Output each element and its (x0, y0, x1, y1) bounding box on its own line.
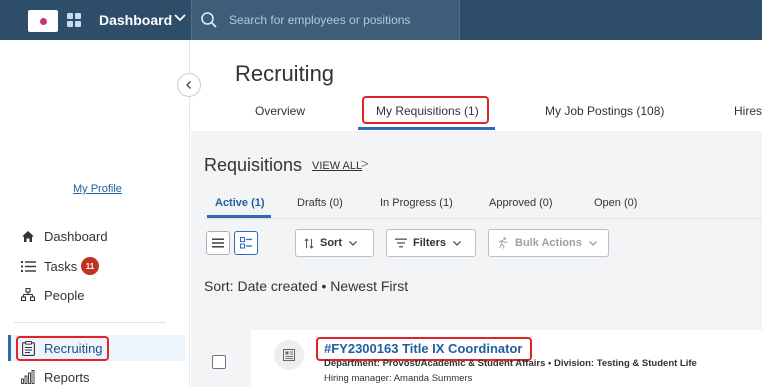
logo-mark (39, 17, 47, 25)
status-tab-active[interactable]: Active (1) (215, 197, 265, 209)
bulk-actions-label: Bulk Actions (515, 237, 582, 249)
search-input[interactable]: Search for employees or positions (229, 13, 410, 27)
sidebar-divider (14, 322, 166, 323)
app-switcher-label[interactable]: Dashboard (99, 12, 172, 28)
bar-chart-icon (20, 369, 36, 385)
sidebar-item-reports[interactable]: Reports (0, 364, 190, 387)
sort-button[interactable]: Sort (295, 229, 374, 257)
annotation-highlight (16, 336, 109, 361)
sidebar-item-label: Reports (44, 369, 90, 385)
sort-label: Sort (320, 237, 342, 249)
tab-hires[interactable]: Hires (734, 104, 762, 118)
select-checkbox[interactable] (212, 355, 226, 369)
view-all-link[interactable]: VIEW ALL (312, 160, 362, 172)
chevron-down-icon (588, 241, 597, 246)
tab-overview[interactable]: Overview (255, 104, 305, 118)
document-icon (274, 340, 304, 370)
chevron-left-icon (185, 80, 192, 90)
sidebar-item-people[interactable]: People (0, 282, 190, 308)
company-logo[interactable] (28, 10, 58, 32)
tasks-icon (20, 258, 36, 274)
status-tab-in-progress[interactable]: In Progress (1) (380, 197, 453, 209)
chevron-down-icon[interactable] (172, 9, 188, 25)
requisition-department: Department: Provost/Academic & Student A… (324, 358, 697, 369)
section-title: Requisitions (204, 155, 303, 175)
status-tab-approved[interactable]: Approved (0) (489, 197, 553, 209)
running-person-icon (498, 237, 508, 249)
active-tab-indicator (358, 127, 495, 130)
active-status-tab-indicator (207, 215, 271, 218)
collapse-sidebar-button[interactable] (177, 73, 201, 97)
apps-grid-icon[interactable] (67, 13, 81, 27)
filters-label: Filters (413, 237, 447, 249)
card-view-button[interactable] (234, 231, 258, 255)
chevron-down-icon (349, 241, 357, 246)
my-profile-link[interactable]: My Profile (73, 183, 122, 195)
sort-description: Sort: Date created • Newest First (204, 278, 409, 294)
chevron-down-icon (453, 241, 461, 246)
tab-my-job-postings[interactable]: My Job Postings (108) (545, 104, 664, 118)
status-tab-open[interactable]: Open (0) (594, 197, 637, 209)
list-icon (212, 238, 224, 248)
org-chart-icon (20, 287, 36, 303)
bulk-actions-button[interactable]: Bulk Actions (488, 229, 609, 257)
chevron-right-icon[interactable]: > (361, 156, 369, 171)
sidebar-item-label: People (44, 287, 85, 303)
tasks-count-badge: 11 (81, 257, 99, 275)
sidebar-item-dashboard[interactable]: Dashboard (0, 223, 190, 249)
sidebar-item-label: Tasks (44, 258, 78, 274)
page-title: Recruiting (235, 61, 335, 86)
home-icon (20, 228, 36, 244)
tabs-divider (204, 218, 762, 219)
sidebar-item-tasks[interactable]: Tasks 11 (0, 253, 190, 279)
search-icon (201, 12, 217, 28)
sort-icon (304, 237, 314, 249)
list-view-button[interactable] (206, 231, 230, 255)
annotation-highlight (362, 96, 489, 124)
card-list-icon (240, 237, 252, 249)
status-tab-drafts[interactable]: Drafts (0) (297, 197, 343, 209)
sidebar-item-label: Dashboard (44, 228, 108, 244)
filter-icon (395, 238, 407, 248)
requisition-hiring-manager: Hiring manager: Amanda Summers (324, 373, 473, 384)
filters-button[interactable]: Filters (386, 229, 476, 257)
